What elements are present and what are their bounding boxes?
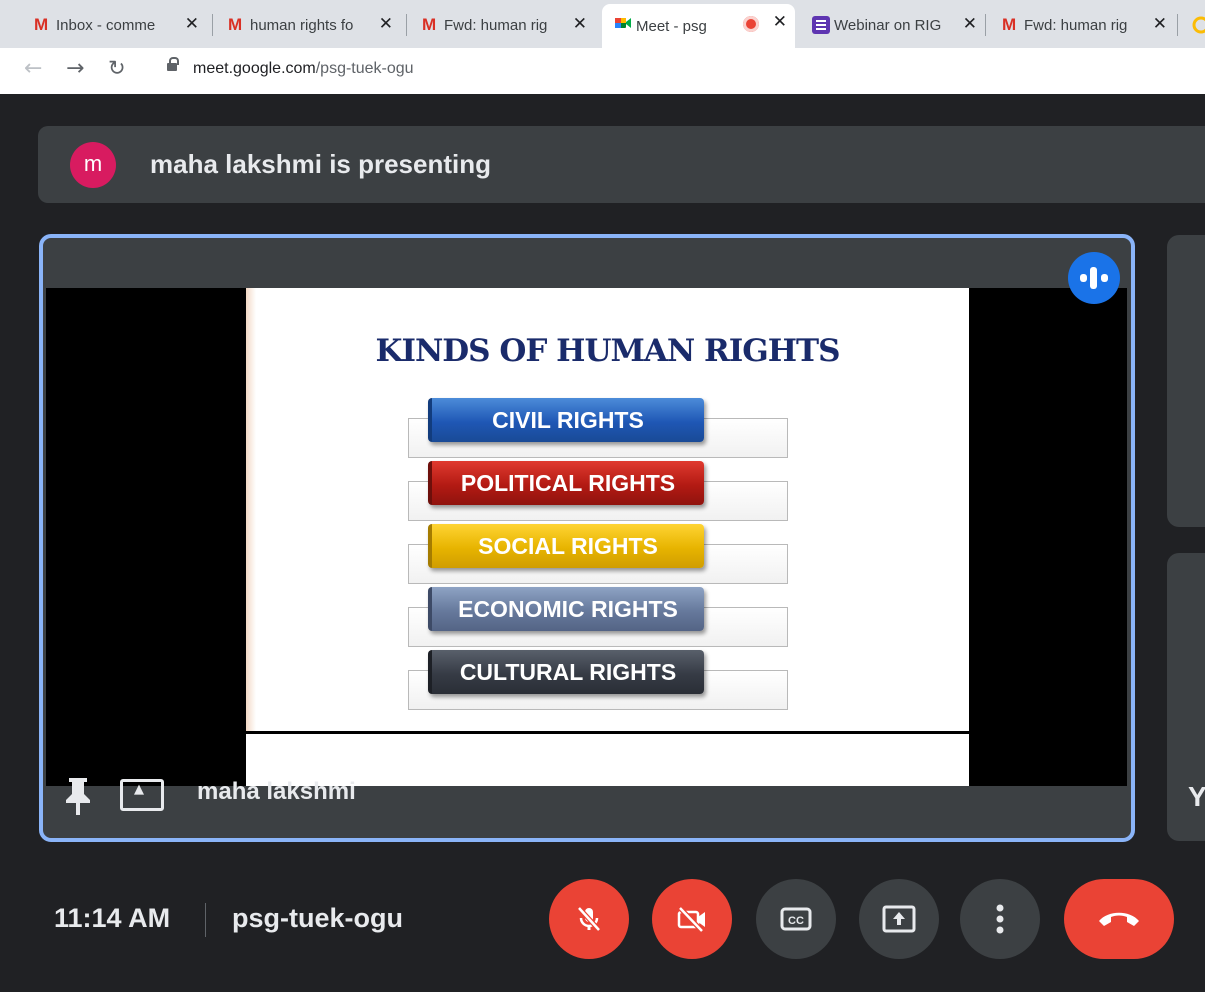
reload-icon[interactable]: ↻ — [108, 56, 126, 80]
slide-item-cultural-rights: CULTURAL RIGHTS — [428, 650, 704, 694]
browser-tab-strip: M Inbox - comme ✕ M human rights fo ✕ M … — [0, 0, 1205, 48]
speaking-indicator-icon — [1068, 252, 1120, 304]
tab-human-rights[interactable]: M human rights fo ✕ — [216, 6, 401, 44]
cc-icon: CC — [780, 907, 812, 931]
gmail-icon: M — [422, 15, 436, 34]
tab-title: Meet - psg — [636, 17, 707, 35]
present-now-button[interactable] — [859, 879, 939, 959]
slide-title: KINDS OF HUMAN RIGHTS — [375, 333, 841, 369]
tab-title: Inbox - comme — [56, 16, 156, 34]
tab-title: Webinar on RIG — [834, 16, 942, 34]
tab-fwd-human-rights-2[interactable]: M Fwd: human rig ✕ — [990, 6, 1175, 44]
close-icon[interactable]: ✕ — [185, 14, 199, 34]
camera-toggle-button[interactable] — [652, 879, 732, 959]
url-field[interactable]: meet.google.com/psg-tuek-ogu — [193, 60, 414, 78]
meeting-code: psg-tuek-ogu — [232, 903, 403, 933]
call-end-icon — [1099, 912, 1139, 926]
close-icon[interactable]: ✕ — [773, 12, 787, 32]
slide-item-social-rights: SOCIAL RIGHTS — [428, 524, 704, 568]
participant-tile[interactable] — [1167, 235, 1205, 527]
divider — [205, 903, 206, 937]
meeting-time: 11:14 AM — [54, 903, 171, 933]
tab-fwd-human-rights[interactable]: M Fwd: human rig ✕ — [410, 6, 595, 44]
close-icon[interactable]: ✕ — [963, 14, 977, 34]
tab-inbox[interactable]: M Inbox - comme ✕ — [22, 6, 207, 44]
tab-webinar[interactable]: Webinar on RIG ✕ — [800, 6, 985, 44]
microphone-toggle-button[interactable] — [549, 879, 629, 959]
slide-item-political-rights: POLITICAL RIGHTS — [428, 461, 704, 505]
close-icon[interactable]: ✕ — [379, 14, 393, 34]
participant-name: maha lakshmi — [197, 778, 356, 805]
participant-letter: Y — [1188, 781, 1205, 812]
close-icon[interactable]: ✕ — [1153, 14, 1167, 34]
tab-title: Fwd: human rig — [444, 16, 548, 34]
close-icon[interactable]: ✕ — [573, 14, 587, 34]
forward-icon[interactable]: → — [66, 56, 84, 81]
pin-icon[interactable] — [63, 776, 93, 816]
leave-call-button[interactable] — [1064, 879, 1174, 959]
present-icon — [882, 905, 916, 933]
tab-title: Fwd: human rig — [1024, 16, 1128, 34]
slide-item-civil-rights: CIVIL RIGHTS — [428, 398, 704, 442]
gmail-icon: M — [228, 15, 242, 34]
more-options-button[interactable] — [960, 879, 1040, 959]
tab-meet[interactable]: Meet - psg ✕ — [602, 4, 795, 48]
gmail-icon: M — [34, 15, 48, 34]
avatar: m — [70, 142, 116, 188]
svg-text:CC: CC — [788, 915, 804, 927]
address-bar: ← → ↻ — [0, 48, 1205, 94]
video-off-icon — [677, 906, 705, 933]
forms-icon — [812, 16, 830, 34]
presenting-text: maha lakshmi is presenting — [150, 149, 492, 179]
captions-button[interactable]: CC — [756, 879, 836, 959]
back-icon[interactable]: ← — [24, 56, 42, 81]
google-icon[interactable] — [1192, 16, 1205, 34]
gmail-icon: M — [1002, 15, 1016, 34]
tab-title: human rights fo — [250, 16, 354, 34]
lock-icon[interactable] — [167, 57, 179, 71]
mic-off-icon — [577, 906, 601, 932]
slide-item-economic-rights: ECONOMIC RIGHTS — [428, 587, 704, 631]
present-icon — [120, 779, 164, 811]
more-vert-icon — [996, 904, 1004, 934]
meet-icon — [615, 18, 631, 28]
recording-indicator-icon — [743, 16, 759, 32]
